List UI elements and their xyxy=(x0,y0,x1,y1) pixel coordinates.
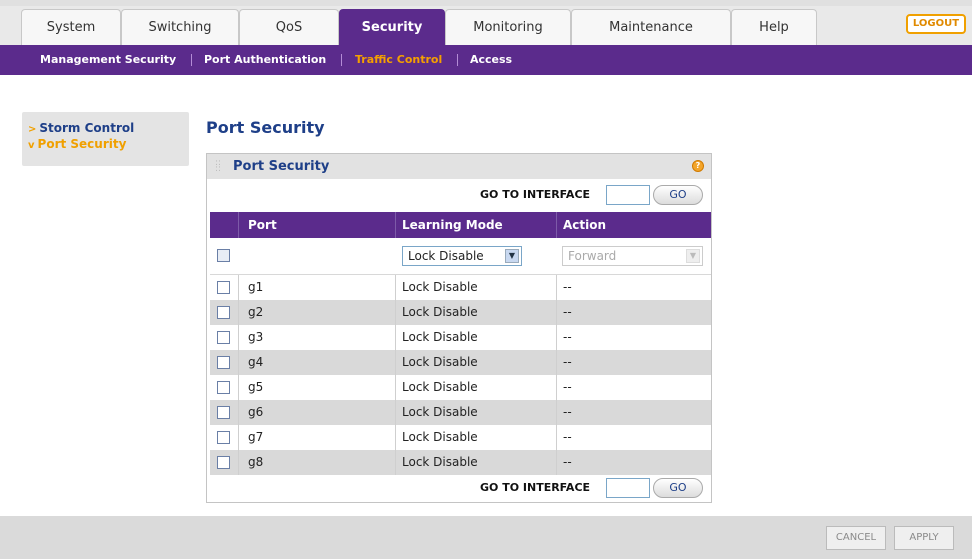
action-cell: -- xyxy=(563,405,572,419)
logout-button[interactable]: LOGOUT xyxy=(906,14,966,34)
column-divider xyxy=(556,275,557,475)
tab-help[interactable]: Help xyxy=(731,9,817,45)
port-cell: g5 xyxy=(248,380,264,394)
row-checkbox[interactable] xyxy=(217,381,230,394)
action-cell: -- xyxy=(563,355,572,369)
learning-mode-cell: Lock Disable xyxy=(402,430,478,444)
chevron-right-icon: > xyxy=(28,124,37,135)
tab-monitoring[interactable]: Monitoring xyxy=(445,9,571,45)
tab-security[interactable]: Security xyxy=(339,9,445,45)
chevron-down-icon: ▼ xyxy=(686,249,700,263)
drag-grip-icon: :::: xyxy=(215,158,222,174)
learning-mode-select-value: Lock Disable xyxy=(408,249,484,263)
leftnav-port-security-label: Port Security xyxy=(37,137,127,151)
action-cell: -- xyxy=(563,430,572,444)
row-checkbox[interactable] xyxy=(217,356,230,369)
tab-switching[interactable]: Switching xyxy=(121,9,239,45)
subnav-traffic-control[interactable]: Traffic Control xyxy=(355,45,442,75)
port-security-panel: :::: Port Security ? GO TO INTERFACE GO … xyxy=(206,153,712,503)
chevron-down-icon: v xyxy=(28,140,35,151)
port-cell: g1 xyxy=(248,280,264,294)
leftnav-storm-control[interactable]: > Storm Control xyxy=(28,121,134,135)
goto-interface-label-bottom: GO TO INTERFACE xyxy=(480,481,591,494)
table-row: g8 Lock Disable -- xyxy=(210,450,711,475)
row-checkbox[interactable] xyxy=(217,456,230,469)
select-all-checkbox[interactable] xyxy=(217,249,230,262)
help-icon[interactable]: ? xyxy=(692,160,704,172)
tab-system[interactable]: System xyxy=(21,9,121,45)
table-row: g2 Lock Disable -- xyxy=(210,300,711,325)
table-row: g1 Lock Disable -- xyxy=(210,275,711,300)
leftnav-port-security[interactable]: v Port Security xyxy=(28,137,126,151)
port-cell: g8 xyxy=(248,455,264,469)
column-divider xyxy=(395,275,396,475)
goto-interface-label-top: GO TO INTERFACE xyxy=(480,188,591,201)
filter-row: Lock Disable ▼ Forward ▼ xyxy=(210,238,711,275)
subnav-divider xyxy=(341,54,342,66)
learning-mode-cell: Lock Disable xyxy=(402,280,478,294)
panel-title: Port Security xyxy=(233,159,330,174)
row-checkbox[interactable] xyxy=(217,306,230,319)
learning-mode-cell: Lock Disable xyxy=(402,455,478,469)
leftnav-storm-control-label: Storm Control xyxy=(39,121,135,135)
learning-mode-select[interactable]: Lock Disable ▼ xyxy=(402,246,522,266)
action-cell: -- xyxy=(563,380,572,394)
action-cell: -- xyxy=(563,305,572,319)
port-cell: g6 xyxy=(248,405,264,419)
goto-interface-input-bottom[interactable] xyxy=(606,478,650,498)
table-row: g5 Lock Disable -- xyxy=(210,375,711,400)
cancel-button[interactable]: CANCEL xyxy=(826,526,886,550)
top-tab-bar: System Switching QoS Security Monitoring… xyxy=(0,0,972,45)
learning-mode-cell: Lock Disable xyxy=(402,330,478,344)
action-cell: -- xyxy=(563,455,572,469)
action-cell: -- xyxy=(563,330,572,344)
learning-mode-cell: Lock Disable xyxy=(402,355,478,369)
apply-button[interactable]: APPLY xyxy=(894,526,954,550)
row-checkbox[interactable] xyxy=(217,431,230,444)
learning-mode-cell: Lock Disable xyxy=(402,405,478,419)
learning-mode-cell: Lock Disable xyxy=(402,305,478,319)
row-checkbox[interactable] xyxy=(217,281,230,294)
port-cell: g7 xyxy=(248,430,264,444)
table-row: g6 Lock Disable -- xyxy=(210,400,711,425)
subnav-divider xyxy=(457,54,458,66)
row-checkbox[interactable] xyxy=(217,331,230,344)
table-row: g7 Lock Disable -- xyxy=(210,425,711,450)
footer-bar: CANCEL APPLY xyxy=(0,516,972,559)
tab-qos[interactable]: QoS xyxy=(239,9,339,45)
action-cell: -- xyxy=(563,280,572,294)
top-bar-strip xyxy=(0,0,972,6)
subnav-port-authentication[interactable]: Port Authentication xyxy=(204,45,326,75)
column-divider xyxy=(238,275,239,475)
subnav-management-security[interactable]: Management Security xyxy=(40,45,176,75)
row-checkbox[interactable] xyxy=(217,406,230,419)
sub-navigation: Management Security Port Authentication … xyxy=(0,45,972,75)
page-title: Port Security xyxy=(206,118,325,137)
action-select: Forward ▼ xyxy=(562,246,703,266)
table-row: g3 Lock Disable -- xyxy=(210,325,711,350)
column-header-action: Action xyxy=(563,218,607,232)
table-header: Port Learning Mode Action xyxy=(210,212,711,238)
goto-interface-input-top[interactable] xyxy=(606,185,650,205)
column-header-learning-mode: Learning Mode xyxy=(402,218,503,232)
table-row: g4 Lock Disable -- xyxy=(210,350,711,375)
column-header-port: Port xyxy=(248,218,277,232)
port-cell: g3 xyxy=(248,330,264,344)
action-select-value: Forward xyxy=(568,249,617,263)
go-button-bottom[interactable]: GO xyxy=(653,478,703,498)
tab-maintenance[interactable]: Maintenance xyxy=(571,9,731,45)
chevron-down-icon: ▼ xyxy=(505,249,519,263)
port-cell: g2 xyxy=(248,305,264,319)
go-button-top[interactable]: GO xyxy=(653,185,703,205)
subnav-access[interactable]: Access xyxy=(470,45,512,75)
left-navigation: > Storm Control v Port Security xyxy=(22,112,189,166)
subnav-divider xyxy=(191,54,192,66)
panel-header: :::: Port Security ? xyxy=(207,154,711,179)
learning-mode-cell: Lock Disable xyxy=(402,380,478,394)
port-cell: g4 xyxy=(248,355,264,369)
